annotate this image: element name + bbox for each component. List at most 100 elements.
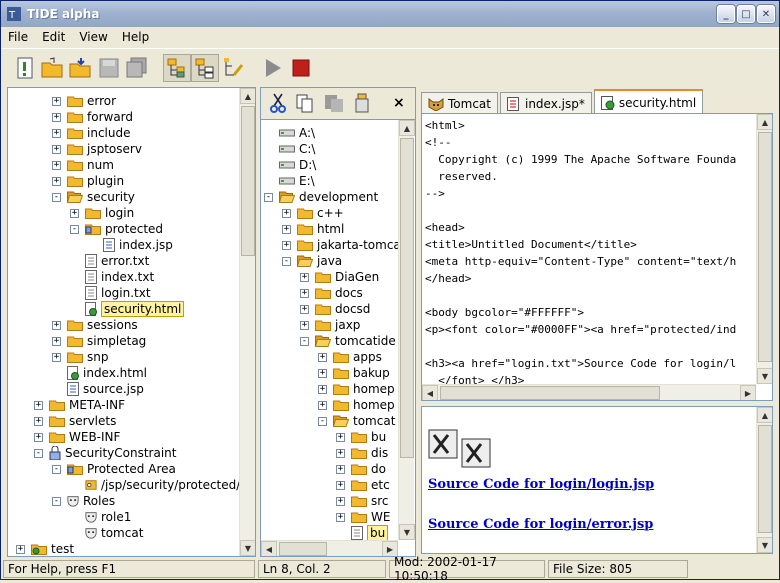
- tree-item[interactable]: - Protected Area: [52, 461, 176, 477]
- expand-toggle[interactable]: +: [300, 272, 309, 282]
- edit-config-button[interactable]: [219, 54, 247, 82]
- expand-toggle[interactable]: +: [336, 496, 345, 506]
- menu-file[interactable]: File: [1, 30, 35, 44]
- expand-toggle[interactable]: +: [300, 304, 309, 314]
- delete-icon[interactable]: [353, 93, 371, 113]
- tree-item[interactable]: + bakup: [318, 365, 390, 381]
- scroll-thumb[interactable]: [241, 106, 255, 256]
- tree-item[interactable]: error.txt: [70, 253, 149, 269]
- tree-item[interactable]: + apps: [318, 349, 382, 365]
- tree-item[interactable]: + test: [16, 541, 74, 556]
- tree-item[interactable]: + servlets: [34, 413, 116, 429]
- expand-toggle[interactable]: +: [16, 544, 25, 554]
- tree-item[interactable]: A:\: [264, 125, 315, 141]
- editor-hscroll[interactable]: ◀ ▶: [422, 384, 756, 400]
- tree-item[interactable]: index.txt: [70, 269, 154, 285]
- preview-link-error[interactable]: Source Code for login/error.jsp: [428, 517, 653, 532]
- expand-toggle[interactable]: +: [52, 96, 61, 106]
- expand-toggle[interactable]: +: [52, 112, 61, 122]
- code-line[interactable]: <title>Untitled Document</title>: [425, 236, 736, 253]
- expand-toggle[interactable]: +: [318, 352, 327, 362]
- scroll-left-arrow[interactable]: ◀: [261, 541, 277, 556]
- expand-toggle[interactable]: +: [52, 176, 61, 186]
- file-tree-hscroll[interactable]: ◀ ▶: [261, 540, 398, 556]
- scroll-thumb[interactable]: [279, 542, 327, 556]
- close-button[interactable]: ✕: [757, 5, 775, 23]
- tree-item[interactable]: - SecurityConstraint: [34, 445, 177, 461]
- scroll-right-arrow[interactable]: ▶: [740, 385, 756, 400]
- scroll-thumb[interactable]: [400, 138, 414, 458]
- code-line[interactable]: <html>: [425, 117, 736, 134]
- scroll-left-arrow[interactable]: ◀: [422, 385, 438, 400]
- expand-toggle[interactable]: +: [52, 352, 61, 362]
- scroll-up-arrow[interactable]: ▲: [757, 114, 772, 130]
- tree-view-button[interactable]: [191, 53, 219, 82]
- tree-item[interactable]: + src: [336, 493, 389, 509]
- tree-item[interactable]: + do: [336, 461, 386, 477]
- code-line[interactable]: <h3><a href="login.txt">Source Code for …: [425, 355, 736, 372]
- code-line[interactable]: [425, 338, 736, 355]
- new-button[interactable]: [11, 54, 39, 82]
- expand-toggle[interactable]: +: [34, 432, 43, 442]
- tree-item[interactable]: E:\: [264, 173, 315, 189]
- tree-item[interactable]: + include: [52, 125, 130, 141]
- copy-icon[interactable]: [295, 93, 315, 113]
- code-line[interactable]: reserved.: [425, 168, 736, 185]
- tree-item[interactable]: - tomcatide: [300, 333, 396, 349]
- tree-item[interactable]: D:\: [264, 157, 316, 173]
- code-line[interactable]: <head>: [425, 219, 736, 236]
- expand-toggle[interactable]: +: [282, 208, 291, 218]
- scroll-thumb[interactable]: [440, 386, 660, 400]
- code-line[interactable]: </head>: [425, 270, 736, 287]
- collapse-toggle[interactable]: -: [70, 224, 79, 234]
- tree-item[interactable]: - protected: [70, 221, 163, 237]
- collapse-toggle[interactable]: -: [52, 464, 61, 474]
- code-line[interactable]: <meta http-equiv="Content-Type" content=…: [425, 253, 736, 270]
- expand-toggle[interactable]: +: [336, 432, 345, 442]
- minimize-button[interactable]: _: [717, 5, 735, 23]
- scroll-thumb[interactable]: [758, 425, 772, 533]
- tree-item[interactable]: + WEB-INF: [34, 429, 120, 445]
- collapse-toggle[interactable]: -: [300, 336, 309, 346]
- tab-tomcat[interactable]: Tomcat: [421, 92, 498, 114]
- code-text[interactable]: <html> <!-- Copyright (c) 1999 The Apache…: [425, 117, 736, 389]
- code-line[interactable]: -->: [425, 185, 736, 202]
- tree-item[interactable]: + login: [70, 205, 134, 221]
- tab-security-html[interactable]: security.html: [593, 89, 704, 114]
- tree-item[interactable]: + plugin: [52, 173, 124, 189]
- stop-button[interactable]: [287, 54, 315, 82]
- save-button[interactable]: [95, 54, 123, 82]
- expand-toggle[interactable]: +: [70, 208, 79, 218]
- tree-item[interactable]: - java: [282, 253, 342, 269]
- preview-vscroll[interactable]: ▲ ▼: [756, 407, 772, 553]
- tree-item[interactable]: source.jsp: [52, 381, 144, 397]
- expand-toggle[interactable]: +: [318, 400, 327, 410]
- tree-item[interactable]: + bu: [336, 429, 386, 445]
- tree-item[interactable]: + jsptoserv: [52, 141, 142, 157]
- tree-item[interactable]: security.html: [70, 301, 185, 317]
- tree-item[interactable]: bu: [336, 525, 389, 541]
- tree-item[interactable]: - tomcat: [318, 413, 395, 429]
- expand-toggle[interactable]: +: [336, 448, 345, 458]
- file-browser-close-button[interactable]: ×: [393, 95, 405, 111]
- scroll-thumb[interactable]: [758, 132, 772, 362]
- expand-toggle[interactable]: +: [282, 240, 291, 250]
- tree-item[interactable]: + simpletag: [52, 333, 146, 349]
- expand-toggle[interactable]: +: [52, 144, 61, 154]
- tree-item[interactable]: + snp: [52, 349, 108, 365]
- tree-item[interactable]: + WE: [336, 509, 390, 525]
- editor-vscroll[interactable]: ▲ ▼: [756, 114, 772, 384]
- expand-toggle[interactable]: +: [300, 320, 309, 330]
- expand-toggle[interactable]: +: [318, 384, 327, 394]
- tree-item[interactable]: + etc: [336, 477, 390, 493]
- menu-view[interactable]: View: [72, 30, 114, 44]
- expand-toggle[interactable]: +: [52, 320, 61, 330]
- code-line[interactable]: [425, 202, 736, 219]
- tree-item[interactable]: + forward: [52, 109, 133, 125]
- tree-item[interactable]: C:\: [264, 141, 315, 157]
- expand-toggle[interactable]: +: [34, 416, 43, 426]
- collapse-toggle[interactable]: -: [282, 256, 291, 266]
- expand-toggle[interactable]: +: [282, 224, 291, 234]
- scroll-up-arrow[interactable]: ▲: [399, 120, 415, 136]
- expand-toggle[interactable]: +: [336, 464, 345, 474]
